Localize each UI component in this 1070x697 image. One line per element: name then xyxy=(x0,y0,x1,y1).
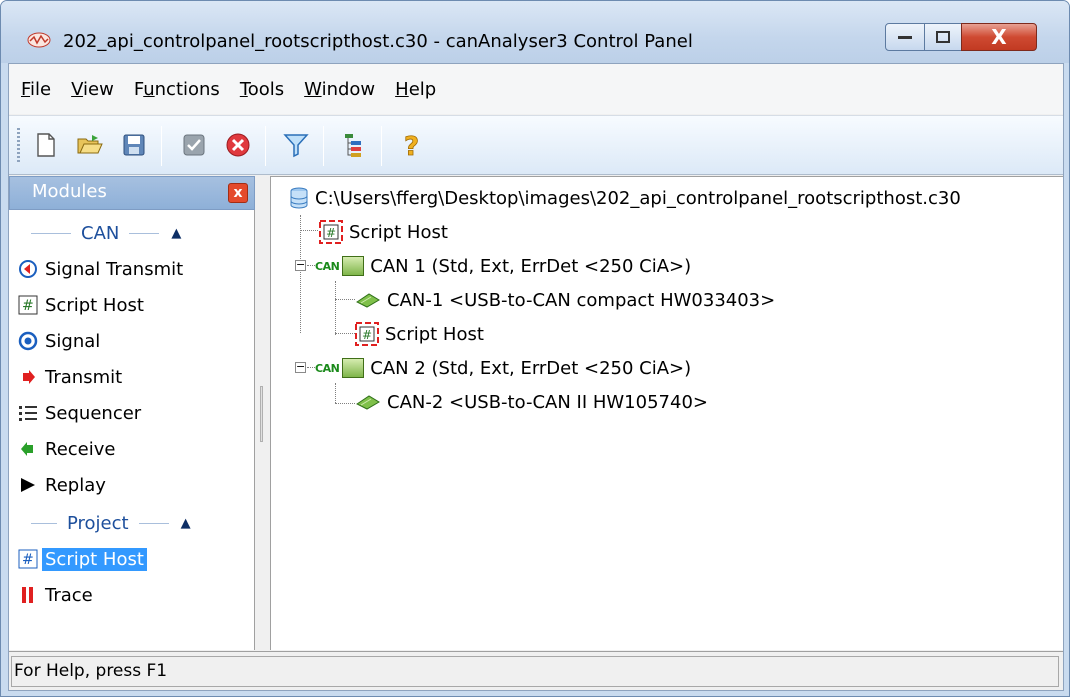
menu-window[interactable]: Window xyxy=(294,79,385,100)
module-project-script-host[interactable]: # Script Host xyxy=(17,542,147,576)
client-area: File View Functions Tools Window Help ? … xyxy=(8,63,1064,691)
title-bar[interactable]: 202_api_controlpanel_rootscripthost.c30 … xyxy=(1,1,1069,63)
group-title: Project xyxy=(67,512,129,534)
root-path: C:\Users\fferg\Desktop\images\202_api_co… xyxy=(315,187,961,209)
collapse-toggle-icon[interactable]: − xyxy=(295,361,306,373)
script-host-icon: # xyxy=(355,322,379,346)
module-receive[interactable]: Receive xyxy=(17,432,115,466)
group-header-can[interactable]: CAN ▲ xyxy=(9,216,255,250)
toolbar-separator xyxy=(161,126,162,166)
toolbar-separator xyxy=(323,126,324,166)
svg-text:#: # xyxy=(22,552,34,568)
can-logo-icon: CAN xyxy=(315,361,340,375)
check-icon[interactable] xyxy=(179,130,209,160)
trace-icon xyxy=(17,584,39,606)
toolbar-separator xyxy=(265,126,266,166)
sequencer-icon xyxy=(17,402,39,424)
close-button[interactable]: X xyxy=(961,23,1037,51)
transmit-icon xyxy=(17,366,39,388)
script-host-icon: # xyxy=(17,294,39,316)
svg-text:?: ? xyxy=(404,132,419,159)
menu-bar: File View Functions Tools Window Help xyxy=(9,64,1063,114)
splitter-grip[interactable] xyxy=(260,386,263,442)
module-replay[interactable]: Replay xyxy=(17,468,106,502)
modules-header: Modules x xyxy=(9,176,255,210)
group-header-project[interactable]: Project ▲ xyxy=(9,506,255,540)
stop-icon[interactable] xyxy=(223,130,253,160)
modules-title: Modules xyxy=(32,181,107,202)
module-transmit[interactable]: Transmit xyxy=(17,360,122,394)
app-icon xyxy=(27,31,51,49)
application-window: 202_api_controlpanel_rootscripthost.c30 … xyxy=(0,0,1070,697)
save-icon[interactable] xyxy=(119,130,149,160)
tree-node-can2[interactable]: CAN CAN 2 (Std, Ext, ErrDet <250 CiA>) xyxy=(315,351,691,385)
svg-text:#: # xyxy=(326,226,336,240)
open-folder-icon[interactable] xyxy=(75,130,105,160)
collapse-toggle-icon[interactable]: − xyxy=(295,259,306,271)
toolbar: ? xyxy=(9,115,1063,175)
usb-interface-icon xyxy=(355,292,381,308)
tree-icon[interactable] xyxy=(339,130,369,160)
window-title: 202_api_controlpanel_rootscripthost.c30 … xyxy=(63,31,693,52)
tree-node-script-host[interactable]: # Script Host xyxy=(319,215,448,249)
module-signal[interactable]: Signal xyxy=(17,324,100,358)
new-file-icon[interactable] xyxy=(31,130,61,160)
signal-transmit-icon xyxy=(17,258,39,280)
close-icon: x xyxy=(233,185,243,201)
svg-text:#: # xyxy=(362,328,372,342)
group-title: CAN xyxy=(81,222,120,244)
script-host-icon: # xyxy=(319,220,343,244)
modules-close-button[interactable]: x xyxy=(228,183,248,203)
can-logo-icon: CAN xyxy=(315,259,340,273)
toolbar-grip[interactable] xyxy=(17,128,20,164)
tree-node-can1-script-host[interactable]: # Script Host xyxy=(355,317,484,351)
menu-view[interactable]: View xyxy=(61,79,124,100)
controller-icon xyxy=(342,256,365,276)
module-script-host[interactable]: # Script Host xyxy=(17,288,144,322)
close-icon: X xyxy=(991,25,1007,49)
menu-file[interactable]: File xyxy=(11,79,61,100)
controller-icon xyxy=(342,358,365,378)
configuration-tree: C:\Users\fferg\Desktop\images\202_api_co… xyxy=(270,176,1063,650)
usb-interface-icon xyxy=(355,394,381,410)
modules-panel: Modules x CAN ▲ Signal Transmit # Script… xyxy=(9,176,255,650)
menu-functions[interactable]: Functions xyxy=(124,79,230,100)
database-icon xyxy=(289,187,309,209)
module-signal-transmit[interactable]: Signal Transmit xyxy=(17,252,183,286)
menu-help[interactable]: Help xyxy=(385,79,446,100)
receive-icon xyxy=(17,438,39,460)
tree-node-can1-interface[interactable]: CAN-1 <USB-to-CAN compact HW033403> xyxy=(355,283,775,317)
collapse-chevron-icon[interactable]: ▲ xyxy=(181,516,191,531)
svg-text:#: # xyxy=(22,298,34,314)
help-icon[interactable]: ? xyxy=(397,130,427,160)
menu-tools[interactable]: Tools xyxy=(230,79,294,100)
panel-splitter[interactable] xyxy=(257,176,269,650)
minimize-button[interactable] xyxy=(885,23,925,51)
status-text: For Help, press F1 xyxy=(11,656,1059,687)
tree-root-node[interactable]: C:\Users\fferg\Desktop\images\202_api_co… xyxy=(289,181,961,215)
signal-icon xyxy=(17,330,39,352)
collapse-chevron-icon[interactable]: ▲ xyxy=(171,226,181,241)
module-sequencer[interactable]: Sequencer xyxy=(17,396,141,430)
filter-icon[interactable] xyxy=(281,130,311,160)
maximize-button[interactable] xyxy=(924,23,962,51)
replay-icon xyxy=(17,474,39,496)
toolbar-separator xyxy=(381,126,382,166)
tree-node-can2-interface[interactable]: CAN-2 <USB-to-CAN II HW105740> xyxy=(355,385,708,419)
tree-node-can1[interactable]: CAN CAN 1 (Std, Ext, ErrDet <250 CiA>) xyxy=(315,249,691,283)
status-bar: For Help, press F1 xyxy=(9,651,1063,690)
module-trace[interactable]: Trace xyxy=(17,578,93,612)
script-host-icon: # xyxy=(17,548,39,570)
